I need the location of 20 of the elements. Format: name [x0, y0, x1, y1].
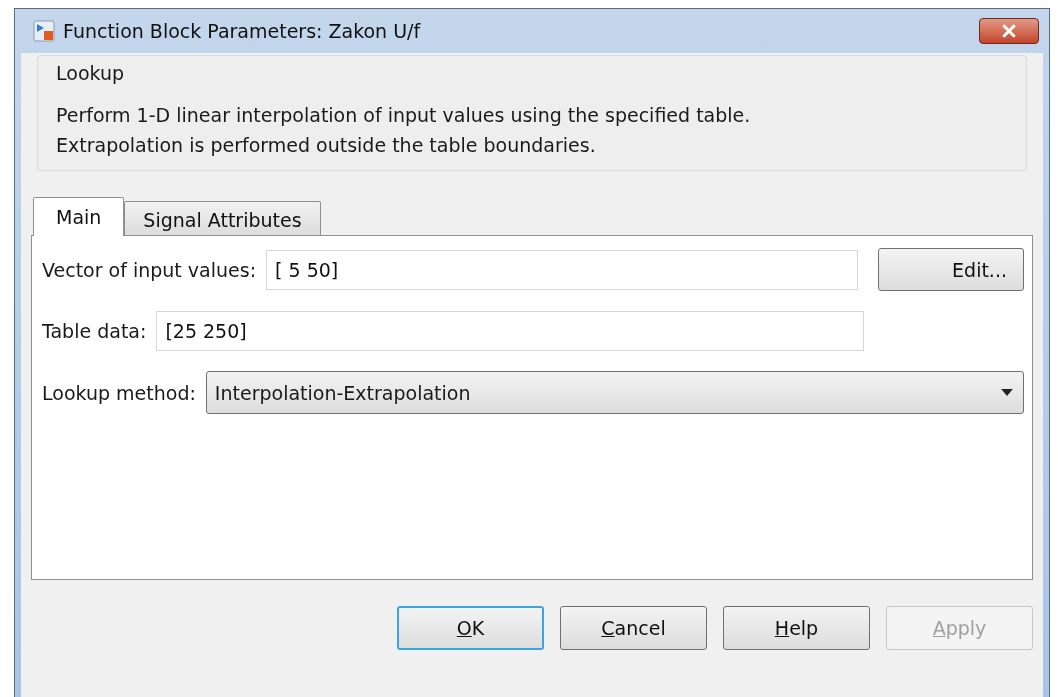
description-text: Extrapolation is performed outside the table boundaries. — [56, 133, 597, 158]
close-icon — [1001, 24, 1017, 38]
group-title: Lookup — [56, 61, 126, 86]
input-field[interactable]: [25 250] — [156, 311, 864, 351]
field-label: Table data: — [42, 320, 147, 342]
dialog-button[interactable]: OK — [397, 606, 544, 650]
dialog-button[interactable]: Help — [723, 606, 870, 650]
window-title: Function Block Parameters: Zakon U/f — [63, 20, 422, 42]
block-diagram-icon — [33, 20, 55, 42]
tab[interactable]: Signal Attributes — [124, 201, 321, 235]
edit-button[interactable]: Edit... — [878, 248, 1024, 291]
dropdown-arrow-icon — [1001, 389, 1013, 396]
field-label: Vector of input values: — [42, 258, 257, 281]
dialog-button[interactable]: Cancel — [560, 606, 707, 650]
field-label: Lookup method: — [42, 381, 196, 404]
input-field[interactable]: [ 5 50] — [266, 249, 858, 290]
description-text: Perform 1-D linear interpolation of input values using the specified table. — [56, 103, 752, 128]
close-button[interactable] — [979, 18, 1039, 44]
dropdown[interactable]: Interpolation-Extrapolation — [205, 371, 1024, 414]
tab[interactable]: Main — [33, 197, 125, 236]
